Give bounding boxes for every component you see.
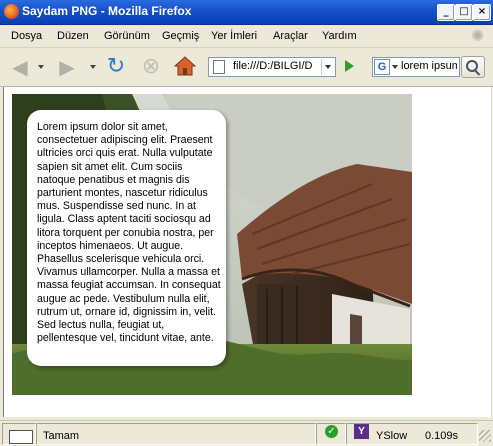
go-arrow-icon[interactable] — [339, 57, 359, 75]
search-input[interactable]: lorem ipsum — [401, 60, 457, 72]
throbber-icon: ✺ — [471, 26, 485, 45]
menu-tools[interactable]: Araçlar — [273, 30, 308, 42]
magnifier-icon — [466, 60, 478, 72]
check-icon[interactable]: ✓ — [325, 425, 338, 438]
file-page-icon — [213, 60, 225, 74]
menu-view[interactable]: Görünüm — [104, 30, 150, 42]
menu-file[interactable]: Dosya — [11, 30, 42, 42]
title-bar[interactable]: Saydam PNG - Mozilla Firefox _ □ × — [0, 0, 493, 25]
status-panel-icon-cell — [2, 423, 36, 445]
window-title: Saydam PNG - Mozilla Firefox — [22, 4, 192, 18]
forward-history-dropdown-icon[interactable] — [90, 65, 96, 69]
firefox-icon — [4, 4, 19, 19]
menu-help[interactable]: Yardım — [322, 30, 357, 42]
reload-icon[interactable]: ↻ — [104, 56, 128, 78]
home-icon[interactable] — [173, 56, 197, 78]
menu-edit[interactable]: Düzen — [57, 30, 89, 42]
menu-history[interactable]: Geçmiş — [162, 30, 199, 42]
resize-grip-icon[interactable] — [479, 430, 491, 442]
menu-bookmarks[interactable]: Yer İmleri — [211, 30, 257, 42]
close-button[interactable]: × — [473, 4, 491, 21]
back-arrow-icon[interactable]: ◀ — [8, 56, 32, 78]
address-bar[interactable]: file:///D:/BILGI/D — [208, 57, 336, 77]
status-text: Tamam — [43, 430, 80, 442]
address-dropdown-icon[interactable] — [321, 59, 334, 75]
status-message-cell: Tamam — [36, 423, 316, 445]
menu-bar: Dosya Düzen Görünüm Geçmiş Yer İmleri Ar… — [0, 25, 493, 48]
yslow-icon[interactable]: Y — [354, 424, 369, 439]
yslow-label: YSlow — [376, 430, 408, 442]
address-bar-text[interactable]: file:///D:/BILGI/D — [233, 60, 319, 72]
google-engine-icon[interactable]: G — [374, 59, 390, 75]
back-history-dropdown-icon[interactable] — [38, 65, 44, 69]
maximize-button[interactable]: □ — [455, 4, 473, 21]
search-engine-dropdown-icon[interactable] — [392, 65, 398, 69]
lorem-paragraph: Lorem ipsum dolor sit amet, consectetuer… — [37, 121, 221, 345]
status-bar: Tamam YSlow 0.109s — [0, 420, 493, 446]
status-page-icon — [9, 430, 33, 444]
home-icon-graphic — [173, 56, 197, 76]
stop-icon[interactable]: ⊗ — [139, 56, 163, 78]
search-bar[interactable]: G lorem ipsum — [372, 57, 460, 77]
search-button[interactable] — [461, 56, 485, 78]
forward-arrow-icon[interactable]: ▶ — [55, 56, 79, 78]
minimize-button[interactable]: _ — [437, 4, 455, 21]
load-time: 0.109s — [425, 430, 459, 442]
text-overlay-box: Lorem ipsum dolor sit amet, consectetuer… — [27, 110, 226, 366]
